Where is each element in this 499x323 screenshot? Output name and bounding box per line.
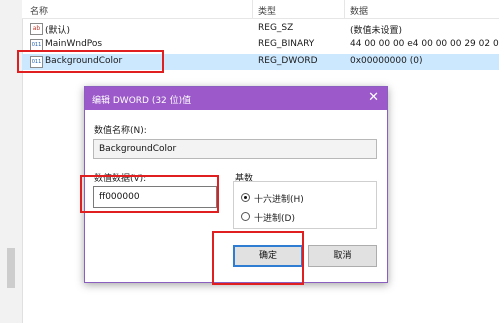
highlight-box-ok-button	[212, 231, 304, 285]
left-scrollbar[interactable]	[0, 0, 23, 323]
column-data-header[interactable]: 数据	[350, 4, 368, 17]
dialog-titlebar[interactable]: 编辑 DWORD (32 位)值 ✕	[85, 87, 387, 110]
value-name-field: BackgroundColor	[93, 139, 377, 159]
column-divider[interactable]	[344, 0, 345, 18]
value-type: REG_BINARY	[258, 39, 315, 49]
value-name: (默认)	[45, 26, 71, 36]
highlight-box-value-data	[80, 175, 219, 213]
column-type-header[interactable]: 类型	[258, 4, 276, 17]
dialog-title: 编辑 DWORD (32 位)值	[92, 96, 192, 106]
highlight-box-selected-value	[17, 50, 164, 73]
string-value-icon: ab	[30, 23, 43, 35]
value-name: MainWndPos	[45, 39, 103, 49]
registry-value-row[interactable]: ab (默认) REG_SZ (数值未设置)	[22, 21, 499, 37]
hex-radio[interactable]	[241, 193, 250, 202]
column-divider[interactable]	[252, 0, 253, 18]
hex-radio-label[interactable]: 十六进制(H)	[254, 192, 304, 205]
value-name-label: 数值名称(N):	[94, 126, 147, 136]
value-data: (数值未设置)	[350, 26, 403, 36]
value-data: 44 00 00 00 e4 00 00 00 29 02 00	[350, 39, 499, 49]
dec-radio[interactable]	[241, 212, 250, 221]
column-name-header[interactable]: 名称	[30, 4, 48, 17]
dec-radio-label[interactable]: 十进制(D)	[254, 211, 295, 224]
value-type: REG_SZ	[258, 23, 294, 33]
scrollbar-thumb[interactable]	[7, 248, 15, 288]
column-header: 名称 类型 数据	[22, 0, 499, 19]
cancel-button[interactable]: 取消	[308, 245, 377, 267]
registry-value-row[interactable]: 011 MainWndPos REG_BINARY 44 00 00 00 e4…	[22, 37, 499, 51]
value-type: REG_DWORD	[258, 56, 318, 66]
close-icon[interactable]: ✕	[368, 90, 379, 105]
value-data: 0x00000000 (0)	[350, 56, 423, 66]
